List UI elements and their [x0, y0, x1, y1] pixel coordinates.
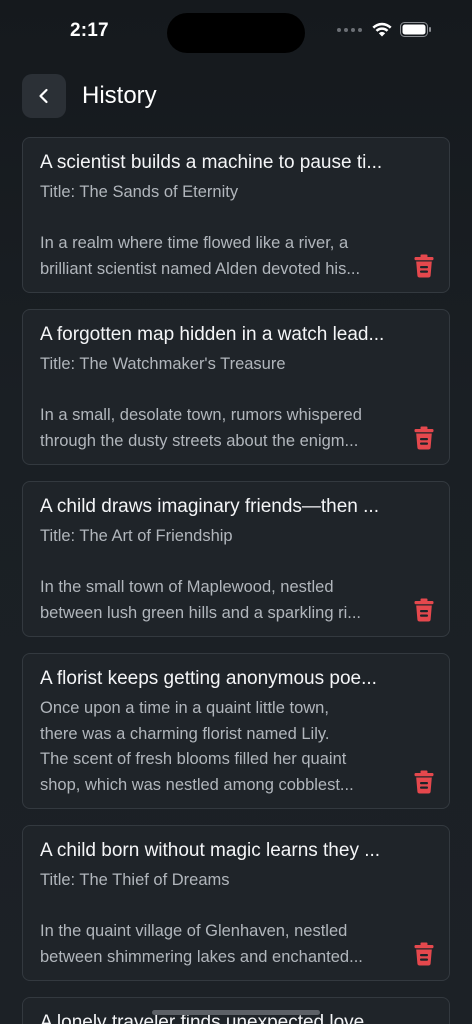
- preview-line: [40, 206, 402, 232]
- home-indicator[interactable]: [152, 1010, 320, 1015]
- delete-button[interactable]: [413, 425, 435, 451]
- history-card[interactable]: A forgotten map hidden in a watch lead..…: [22, 309, 450, 465]
- preview-line: In a small, desolate town, rumors whispe…: [40, 406, 362, 424]
- history-card-title: A forgotten map hidden in a watch lead..…: [40, 324, 385, 345]
- status-bar: 2:17: [0, 0, 472, 64]
- history-card-preview: Title: The Watchmaker's Treasure In a sma…: [40, 352, 402, 454]
- preview-line: In the quaint village of Glenhaven, nest…: [40, 922, 348, 940]
- wifi-icon: [372, 22, 392, 37]
- delete-button[interactable]: [413, 941, 435, 967]
- preview-line: Title: The Thief of Dreams: [40, 871, 230, 889]
- status-time: 2:17: [70, 20, 109, 41]
- preview-line: shop, which was nestled among cobblest..…: [40, 775, 354, 794]
- history-card[interactable]: A scientist builds a machine to pause ti…: [22, 137, 450, 293]
- history-card-title: A florist keeps getting anonymous poe...: [40, 668, 377, 689]
- history-card-title: A child born without magic learns they .…: [40, 840, 381, 861]
- history-card-preview: Once upon a time in a quaint little town…: [40, 696, 402, 798]
- history-card[interactable]: A child born without magic learns they .…: [22, 825, 450, 981]
- history-card[interactable]: A florist keeps getting anonymous poe...…: [22, 653, 450, 809]
- delete-button[interactable]: [413, 597, 435, 623]
- trash-icon: [414, 254, 434, 278]
- preview-line: [40, 378, 402, 404]
- page-title: History: [82, 82, 157, 109]
- back-button[interactable]: [22, 74, 66, 118]
- preview-line: Title: The Art of Friendship: [40, 527, 233, 545]
- history-card-preview: Title: The Thief of Dreams In the quaint …: [40, 868, 402, 970]
- preview-line: [40, 550, 402, 576]
- history-card-title: A child draws imaginary friends—then ...: [40, 496, 379, 517]
- preview-line: The scent of fresh blooms filled her qua…: [40, 750, 347, 768]
- trash-icon: [414, 598, 434, 622]
- preview-line: Title: The Watchmaker's Treasure: [40, 355, 286, 373]
- preview-line: there was a charming florist named Lily.: [40, 724, 330, 743]
- trash-icon: [414, 426, 434, 450]
- preview-line: [40, 894, 402, 920]
- preview-line: brilliant scientist named Alden devoted …: [40, 259, 361, 278]
- battery-icon: [400, 22, 432, 37]
- preview-line: Title: The Sands of Eternity: [40, 183, 239, 201]
- history-card[interactable]: A child draws imaginary friends—then ...…: [22, 481, 450, 637]
- header: History: [22, 74, 450, 118]
- history-card-preview: Title: The Art of Friendship In the small…: [40, 524, 402, 626]
- history-screen: 2:17 History A scientist builds a machin…: [0, 0, 472, 1024]
- cellular-signal-icon: [337, 27, 362, 32]
- dynamic-island: [167, 13, 305, 53]
- preview-line: In a realm where time flowed like a rive…: [40, 234, 349, 252]
- history-list: A scientist builds a machine to pause ti…: [22, 137, 450, 1024]
- preview-line: In the small town of Maplewood, nestled: [40, 578, 334, 596]
- preview-line: through the dusty streets about the enig…: [40, 431, 359, 450]
- delete-button[interactable]: [413, 769, 435, 795]
- delete-button[interactable]: [413, 253, 435, 279]
- status-icons: [337, 22, 432, 37]
- trash-icon: [414, 942, 434, 966]
- history-card-preview: Title: The Sands of Eternity In a realm w…: [40, 180, 402, 282]
- preview-line: between shimmering lakes and enchanted..…: [40, 947, 363, 966]
- preview-line: between lush green hills and a sparkling…: [40, 603, 362, 622]
- chevron-left-icon: [39, 88, 48, 104]
- trash-icon: [414, 770, 434, 794]
- preview-line: Once upon a time in a quaint little town…: [40, 699, 329, 717]
- history-card-title: A scientist builds a machine to pause ti…: [40, 152, 383, 173]
